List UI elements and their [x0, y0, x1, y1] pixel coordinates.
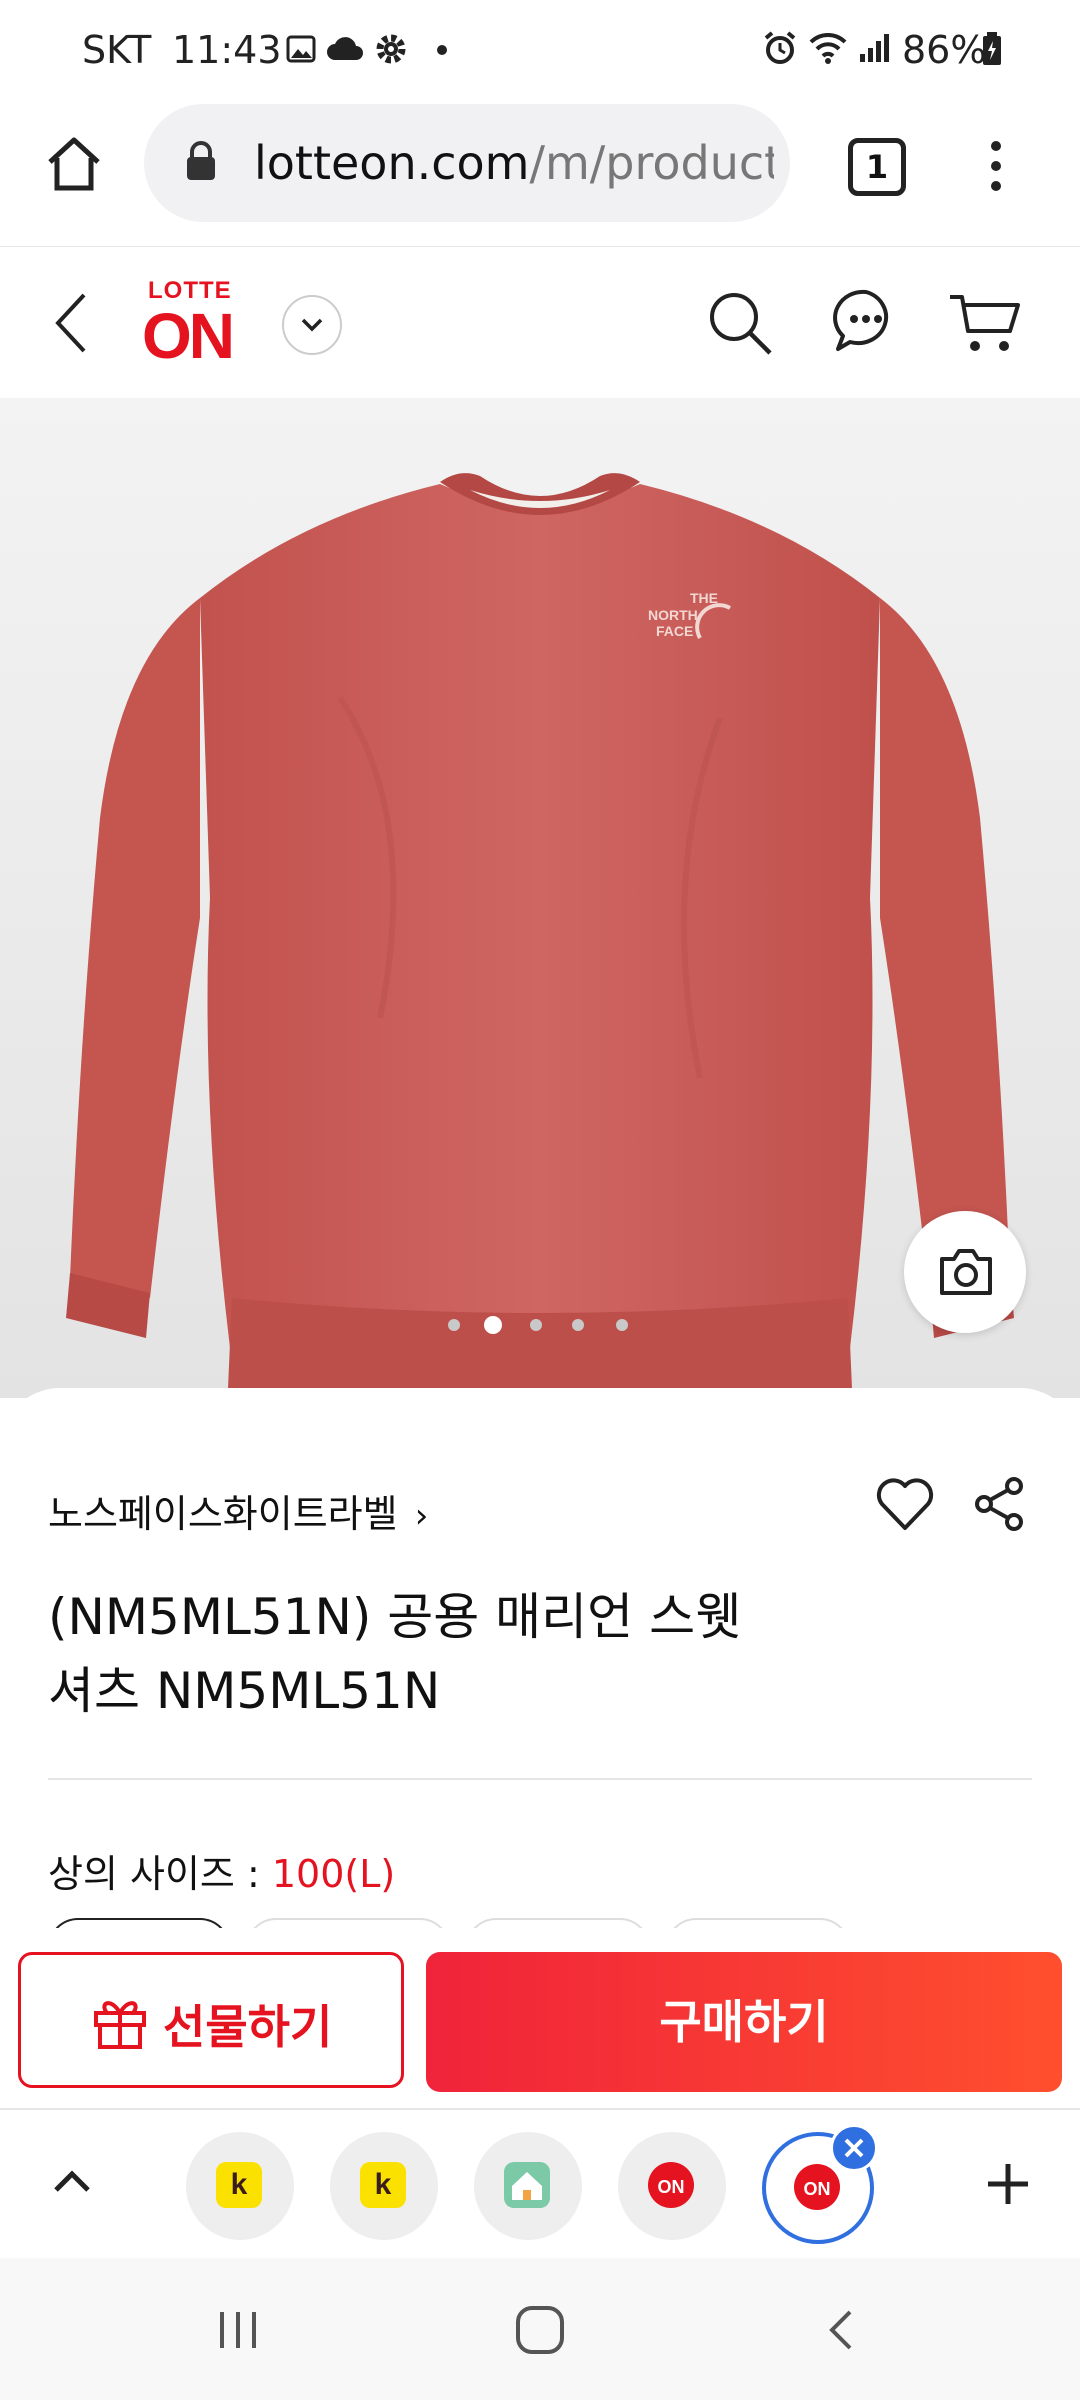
kakao-app-icon: k	[216, 2162, 262, 2208]
shelf-tab-home-app[interactable]	[474, 2132, 582, 2240]
carousel-indicator	[448, 1316, 638, 1336]
camera-icon	[940, 1249, 992, 1295]
house-app-icon	[504, 2162, 550, 2208]
home-icon[interactable]	[44, 134, 104, 194]
add-tab-icon[interactable]	[984, 2160, 1032, 2208]
svg-text:FACE: FACE	[656, 623, 693, 639]
svg-text:NORTH: NORTH	[648, 607, 698, 623]
section-divider	[48, 1778, 1032, 1780]
chat-icon[interactable]	[832, 287, 900, 355]
battery-icon	[983, 32, 1001, 65]
carousel-dot	[572, 1319, 584, 1331]
lock-icon	[187, 141, 215, 180]
gift-button[interactable]: 선물하기	[18, 1952, 404, 2088]
address-bar[interactable]: lotteon.com/m/product/	[144, 104, 790, 222]
battery-percent: 86%	[902, 28, 987, 72]
recent-apps-icon[interactable]	[214, 2308, 262, 2352]
carousel-dot	[530, 1319, 542, 1331]
url-text: lotteon.com/m/product/	[254, 136, 774, 190]
tab-switcher-button[interactable]: 1	[848, 138, 906, 196]
gift-button-label: 선물하기	[163, 2000, 333, 2054]
back-arrow-icon[interactable]	[50, 291, 90, 355]
buy-button[interactable]: 구매하기	[426, 1952, 1062, 2092]
share-icon[interactable]	[972, 1476, 1026, 1532]
signal-icon	[860, 34, 889, 62]
product-title-line2: 셔츠 NM5ML51N	[48, 1662, 441, 1720]
size-option-label: 상의 사이즈 : 100(L)	[48, 1852, 396, 1896]
app-header: LOTTE ON	[0, 246, 1080, 400]
more-menu-icon[interactable]	[986, 136, 1006, 196]
image-search-camera-button[interactable]	[904, 1211, 1026, 1333]
product-title: (NM5ML51N) 공용 매리언 스웻 셔츠 NM5ML51N	[48, 1580, 1008, 1728]
product-title-line1: (NM5ML51N) 공용 매리언 스웻	[48, 1588, 742, 1646]
gift-icon	[94, 2001, 146, 2049]
clock: 11:43	[172, 28, 282, 72]
service-dropdown-button[interactable]	[282, 295, 342, 355]
shelf-tab-kakao[interactable]: k	[330, 2132, 438, 2240]
url-host: lotteon.com	[254, 136, 530, 190]
product-info-panel: 노스페이스화이트라벨 › (NM5ML51N) 공용 매리언 스웻 셔츠 NM5…	[0, 1388, 1080, 1960]
search-icon[interactable]	[706, 289, 776, 359]
carousel-dot-active	[484, 1316, 502, 1334]
cart-icon[interactable]	[948, 291, 1022, 357]
browser-toolbar: lotteon.com/m/product/ 1	[0, 100, 1080, 246]
chevron-up-icon[interactable]	[52, 2166, 92, 2194]
settings-gear-icon	[376, 34, 406, 64]
brand-link[interactable]: 노스페이스화이트라벨 ›	[48, 1483, 428, 1538]
carousel-dot	[616, 1319, 628, 1331]
chevron-right-icon: ›	[414, 1496, 429, 1536]
browser-tab-shelf: k k ON ON	[0, 2108, 1080, 2260]
size-label-text: 상의 사이즈	[48, 1852, 235, 1896]
system-navigation-bar	[0, 2258, 1080, 2400]
lotteon-app-icon: ON	[648, 2162, 694, 2208]
gallery-icon	[286, 35, 316, 63]
kakao-app-icon: k	[360, 2162, 406, 2208]
wishlist-heart-icon[interactable]	[874, 1476, 936, 1532]
lotteon-app-icon: ON	[794, 2164, 840, 2210]
selected-size-value: 100(L)	[271, 1852, 396, 1896]
url-path: /m/product/	[529, 136, 774, 190]
alarm-icon	[764, 31, 796, 64]
cloud-icon	[327, 37, 363, 60]
notification-dot-icon	[437, 45, 447, 55]
close-tab-button[interactable]	[830, 2124, 878, 2172]
logo-on-text: ON	[142, 300, 235, 372]
status-bar: SKT 11:43 86%	[0, 0, 1080, 100]
shelf-tab-kakao[interactable]: k	[186, 2132, 294, 2240]
home-button-icon[interactable]	[514, 2304, 566, 2356]
back-button-icon[interactable]	[826, 2308, 856, 2352]
purchase-action-bar: 선물하기 구매하기	[0, 1928, 1080, 2108]
carousel-dot	[448, 1319, 460, 1331]
svg-text:THE: THE	[690, 590, 718, 606]
shelf-tab-lotteon[interactable]: ON	[618, 2132, 726, 2240]
carrier-label: SKT	[82, 28, 152, 72]
product-image-carousel[interactable]: THE NORTH FACE	[0, 398, 1080, 1398]
chevron-down-icon	[301, 318, 323, 332]
close-icon	[844, 2138, 864, 2158]
wifi-icon	[809, 32, 847, 64]
brand-name: 노스페이스화이트라벨	[48, 1492, 398, 1536]
